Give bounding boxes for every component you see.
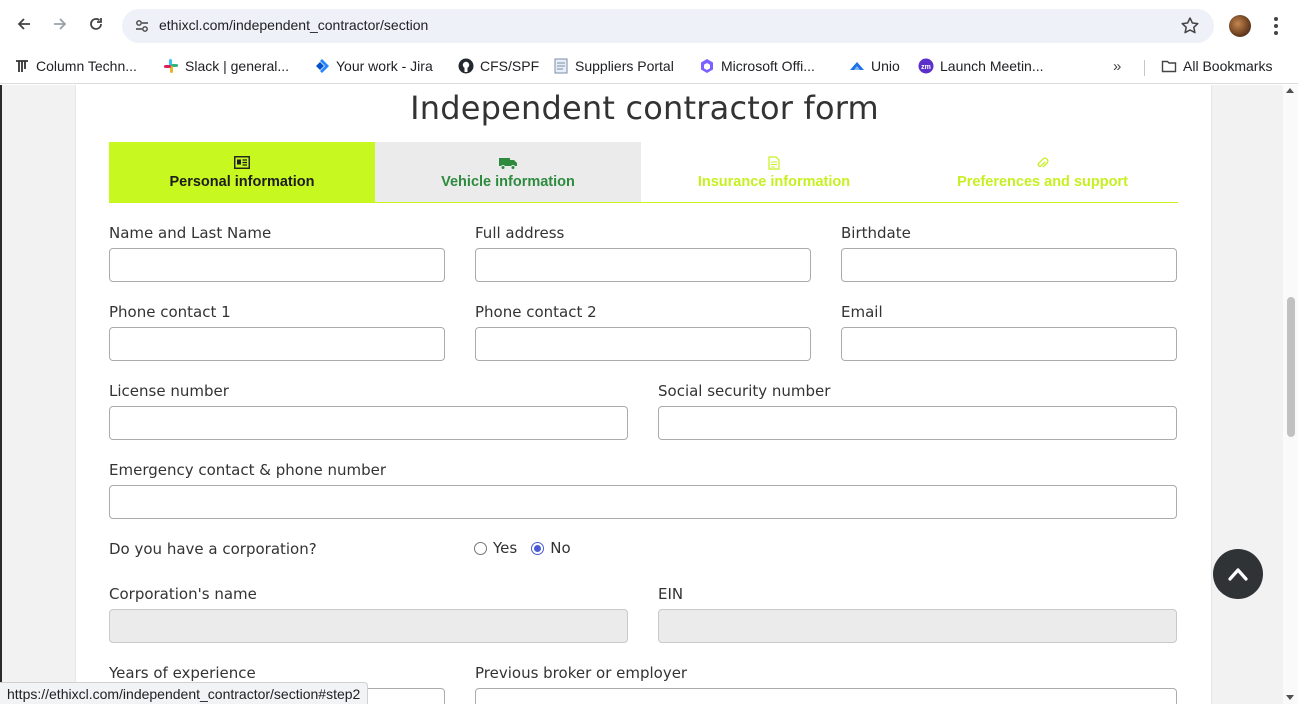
profile-avatar[interactable] bbox=[1229, 15, 1251, 37]
emergency-field[interactable] bbox=[109, 485, 1177, 519]
corporation-question-label: Do you have a corporation? bbox=[109, 540, 317, 558]
bookmark-item[interactable]: zm Launch Meetin... bbox=[918, 54, 1044, 78]
ein-label: EIN bbox=[658, 585, 684, 603]
microsoft-office-icon bbox=[699, 58, 715, 74]
forward-button[interactable] bbox=[48, 12, 72, 36]
corporation-no-radio[interactable] bbox=[531, 541, 545, 555]
previous-employer-field[interactable] bbox=[475, 688, 1177, 704]
tab-preferences-and-support[interactable]: Preferences and support bbox=[907, 142, 1178, 202]
chevron-up-icon bbox=[1228, 568, 1248, 581]
corporation-radio-group: Yes No bbox=[474, 538, 571, 558]
corporation-yes-radio[interactable] bbox=[474, 541, 487, 555]
reload-button[interactable] bbox=[84, 12, 108, 36]
license-label: License number bbox=[109, 382, 229, 400]
url-text: ethixcl.com/independent_contractor/secti… bbox=[159, 17, 429, 33]
page-scrollbar[interactable] bbox=[1283, 85, 1298, 704]
id-card-icon bbox=[234, 155, 250, 171]
bookmark-item[interactable]: Suppliers Portal bbox=[553, 54, 674, 78]
phone1-field[interactable] bbox=[109, 327, 445, 361]
bookmark-item[interactable]: Unio bbox=[849, 54, 900, 78]
address-bar[interactable]: ethixcl.com/independent_contractor/secti… bbox=[122, 9, 1214, 43]
site-settings-icon[interactable] bbox=[134, 18, 150, 34]
all-bookmarks-button[interactable]: All Bookmarks bbox=[1161, 54, 1272, 78]
ssn-field[interactable] bbox=[658, 406, 1177, 440]
back-button[interactable] bbox=[12, 12, 36, 36]
name-field[interactable] bbox=[109, 248, 445, 282]
step-label: Insurance information bbox=[697, 173, 851, 190]
browser-menu-button[interactable] bbox=[1266, 14, 1286, 38]
emergency-label: Emergency contact & phone number bbox=[109, 461, 386, 479]
truck-icon bbox=[498, 155, 518, 171]
email-label: Email bbox=[841, 303, 883, 321]
email-field[interactable] bbox=[841, 327, 1177, 361]
form-card: Independent contractor form Personal inf… bbox=[75, 85, 1212, 704]
phone2-field[interactable] bbox=[475, 327, 811, 361]
corp-name-label: Corporation's name bbox=[109, 585, 257, 603]
svg-text:zm: zm bbox=[921, 64, 931, 71]
scroll-up-arrow-icon[interactable] bbox=[1286, 88, 1294, 93]
ein-field[interactable] bbox=[658, 609, 1177, 643]
link-status-bar: https://ethixcl.com/independent_contract… bbox=[0, 682, 369, 704]
bookmarks-bar: Column Techn... Slack | general... Your … bbox=[0, 48, 1298, 84]
years-label: Years of experience bbox=[109, 664, 256, 682]
jira-logo-icon bbox=[314, 58, 330, 74]
birthdate-field[interactable] bbox=[841, 248, 1177, 282]
back-arrow-icon bbox=[17, 18, 30, 30]
ssn-label: Social security number bbox=[658, 382, 831, 400]
tab-vehicle-information[interactable]: Vehicle information bbox=[375, 142, 641, 202]
scrollbar-thumb[interactable] bbox=[1287, 297, 1295, 437]
bookmark-item[interactable]: Slack | general... bbox=[163, 54, 289, 78]
previous-employer-label: Previous broker or employer bbox=[475, 664, 688, 682]
back-to-top-button[interactable] bbox=[1213, 549, 1263, 599]
bookmark-item[interactable]: Your work - Jira bbox=[314, 54, 433, 78]
bookmark-item[interactable]: Column Techn... bbox=[14, 54, 137, 78]
no-label: No bbox=[550, 539, 571, 557]
bookmark-item[interactable]: Microsoft Offi... bbox=[699, 54, 815, 78]
browser-toolbar: ethixcl.com/independent_contractor/secti… bbox=[0, 0, 1298, 48]
phone1-label: Phone contact 1 bbox=[109, 303, 231, 321]
page-title: Independent contractor form bbox=[410, 89, 879, 127]
step-label: Preferences and support bbox=[957, 173, 1128, 190]
document-icon bbox=[553, 58, 569, 74]
window-edge bbox=[0, 85, 2, 704]
address-label: Full address bbox=[475, 224, 565, 242]
step-label: Vehicle information bbox=[441, 173, 575, 190]
bookmark-item[interactable]: CFS/SPF bbox=[458, 54, 539, 78]
tab-personal-information[interactable]: Personal information bbox=[109, 142, 375, 202]
paperclip-icon bbox=[1037, 155, 1049, 171]
name-label: Name and Last Name bbox=[109, 224, 272, 242]
file-icon bbox=[768, 155, 780, 171]
page-viewport: Independent contractor form Personal inf… bbox=[0, 85, 1298, 704]
column-logo-icon bbox=[14, 58, 30, 74]
bookmarks-separator bbox=[1144, 60, 1145, 76]
phone2-label: Phone contact 2 bbox=[475, 303, 597, 321]
birthdate-label: Birthdate bbox=[841, 224, 911, 242]
bookmark-star-icon[interactable] bbox=[1180, 16, 1200, 36]
unio-logo-icon bbox=[849, 58, 865, 74]
tab-insurance-information[interactable]: Insurance information bbox=[641, 142, 907, 202]
reload-icon bbox=[90, 18, 102, 30]
form-steps: Personal information Vehicle information… bbox=[109, 142, 1178, 203]
step-label: Personal information bbox=[169, 173, 315, 190]
forward-arrow-icon bbox=[54, 18, 67, 30]
folder-icon bbox=[1161, 58, 1177, 74]
bookmarks-overflow-button[interactable]: » bbox=[1113, 58, 1121, 75]
corp-name-field[interactable] bbox=[109, 609, 628, 643]
scroll-down-arrow-icon[interactable] bbox=[1286, 695, 1294, 700]
license-field[interactable] bbox=[109, 406, 628, 440]
address-field[interactable] bbox=[475, 248, 811, 282]
yes-label: Yes bbox=[493, 539, 518, 557]
zoom-logo-icon: zm bbox=[918, 58, 934, 74]
slack-logo-icon bbox=[163, 58, 179, 74]
github-logo-icon bbox=[458, 58, 474, 74]
